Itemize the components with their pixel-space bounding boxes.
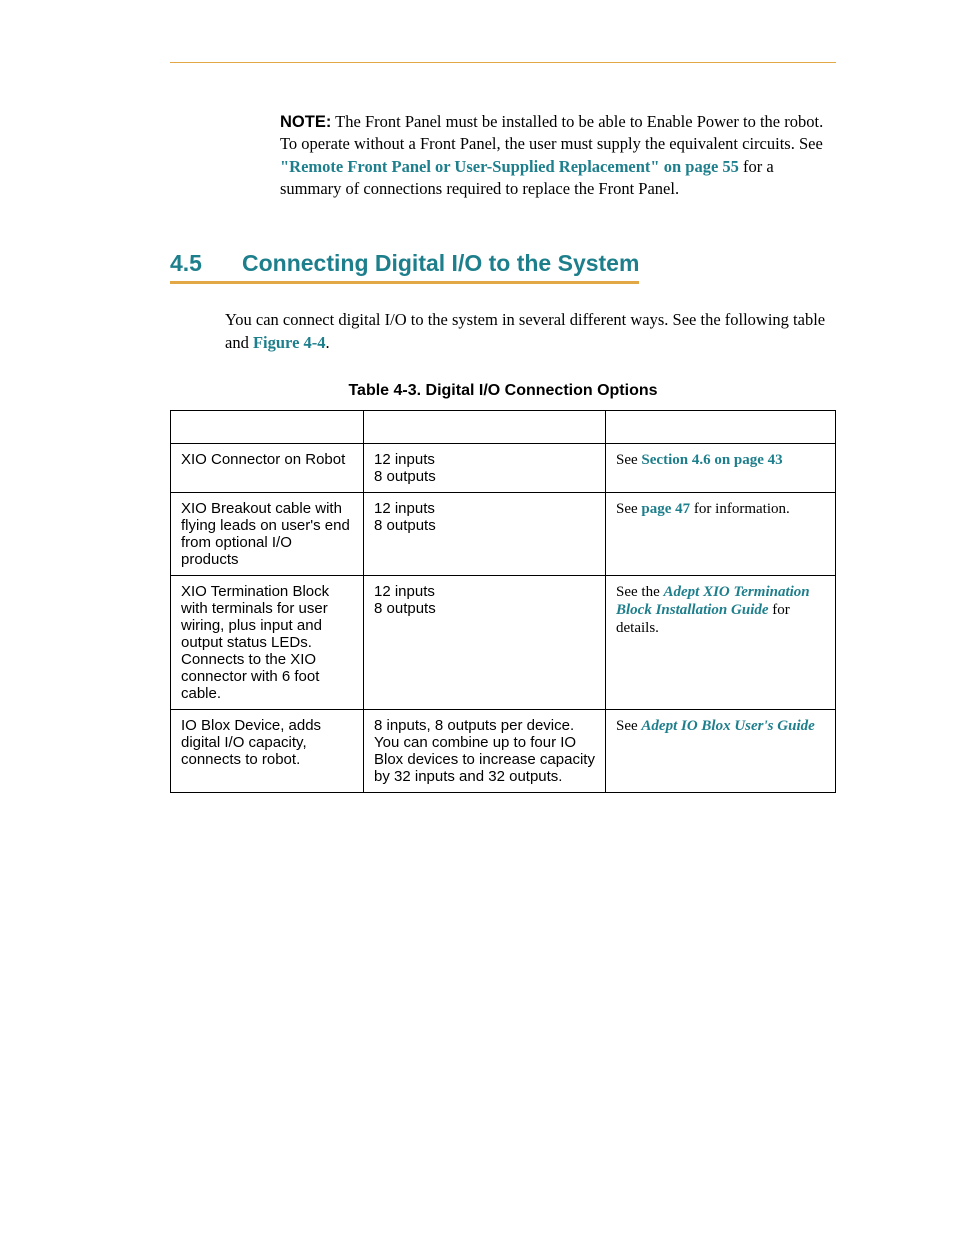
option-capacity: 12 inputs 8 outputs <box>364 493 606 576</box>
top-divider <box>170 62 836 63</box>
option-capacity: 12 inputs 8 outputs <box>364 576 606 710</box>
ref-pre: See <box>616 452 641 468</box>
io-options-table: XIO Connector on Robot 12 inputs 8 outpu… <box>170 410 836 793</box>
table-caption: Table 4-3. Digital I/O Connection Option… <box>170 382 836 400</box>
note-label: NOTE: <box>280 113 331 131</box>
section-number: 4.5 <box>170 250 242 277</box>
table-header-row <box>171 411 836 444</box>
option-name: XIO Termination Block with terminals for… <box>171 576 364 710</box>
option-name: XIO Connector on Robot <box>171 444 364 493</box>
table-row: XIO Connector on Robot 12 inputs 8 outpu… <box>171 444 836 493</box>
link-page-47[interactable]: page 47 <box>641 501 690 517</box>
table-row: XIO Breakout cable with flying leads on … <box>171 493 836 576</box>
table-header-cell <box>171 411 364 444</box>
option-reference: See the Adept XIO Termination Block Inst… <box>606 576 836 710</box>
option-name: IO Blox Device, adds digital I/O capacit… <box>171 710 364 793</box>
link-section-4-6[interactable]: Section 4.6 on page 43 <box>641 452 782 468</box>
note-text-pre: The Front Panel must be installed to be … <box>280 112 823 153</box>
section-heading: 4.5Connecting Digital I/O to the System <box>170 250 836 290</box>
table-header-cell <box>364 411 606 444</box>
option-name: XIO Breakout cable with flying leads on … <box>171 493 364 576</box>
page-content: NOTE: The Front Panel must be installed … <box>0 0 954 853</box>
option-reference: See Section 4.6 on page 43 <box>606 444 836 493</box>
intro-post: . <box>326 333 330 352</box>
intro-paragraph: You can connect digital I/O to the syste… <box>225 308 836 354</box>
option-capacity: 8 inputs, 8 outputs per device. You can … <box>364 710 606 793</box>
link-remote-front-panel[interactable]: "Remote Front Panel or User-Supplied Rep… <box>280 157 739 176</box>
note-block: NOTE: The Front Panel must be installed … <box>280 111 836 200</box>
ref-pre: See the <box>616 584 663 600</box>
table-header-cell <box>606 411 836 444</box>
option-reference: See page 47 for information. <box>606 493 836 576</box>
link-io-blox-guide[interactable]: Adept IO Blox User's Guide <box>641 718 814 734</box>
table-row: IO Blox Device, adds digital I/O capacit… <box>171 710 836 793</box>
ref-post: for information. <box>690 501 790 517</box>
link-figure-4-4[interactable]: Figure 4-4 <box>253 333 326 352</box>
table-row: XIO Termination Block with terminals for… <box>171 576 836 710</box>
option-reference: See Adept IO Blox User's Guide <box>606 710 836 793</box>
ref-pre: See <box>616 501 641 517</box>
option-capacity: 12 inputs 8 outputs <box>364 444 606 493</box>
section-title: Connecting Digital I/O to the System <box>242 250 639 276</box>
ref-pre: See <box>616 718 641 734</box>
